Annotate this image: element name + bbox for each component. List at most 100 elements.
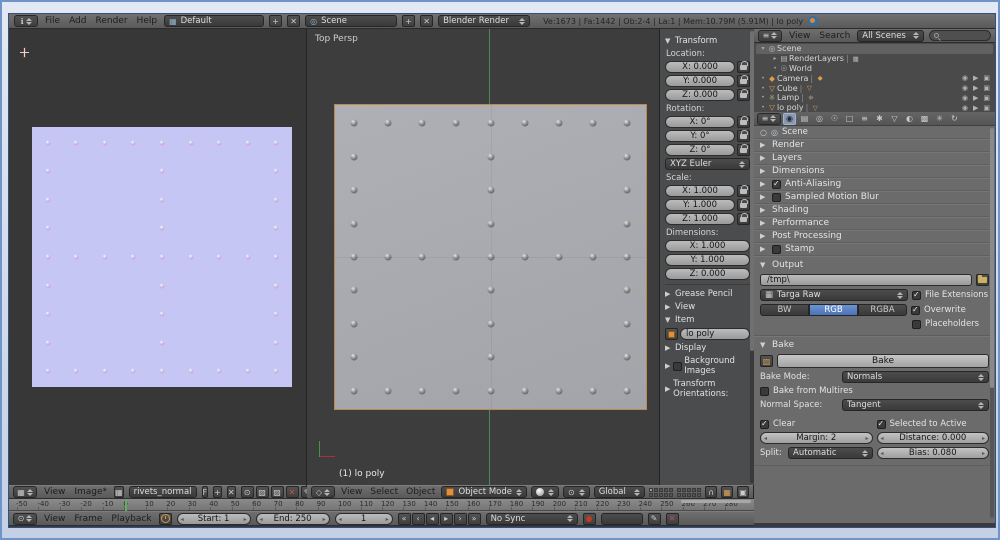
current-frame-indicator[interactable] <box>125 499 127 511</box>
render-opengl-icon[interactable]: ▦ <box>721 486 733 498</box>
layer-toggle[interactable] <box>682 493 686 497</box>
jump-to-end-button[interactable]: » <box>468 513 481 525</box>
bias-slider[interactable]: ◂Bias: 0.080▸ <box>877 447 990 459</box>
menu-help[interactable]: Help <box>135 16 160 26</box>
expand-icon[interactable]: • <box>759 75 767 82</box>
layer-toggle[interactable] <box>687 493 691 497</box>
outliner-row-cube[interactable]: •▽Cube|▽◉▶▣ <box>756 83 993 93</box>
tab-modifiers[interactable]: ✱ <box>873 113 886 125</box>
start-frame-field[interactable]: ◂Start: 1▸ <box>177 513 251 525</box>
pin-icon[interactable]: ○ <box>760 128 767 137</box>
panel-shading[interactable]: ▶Shading <box>754 204 995 217</box>
current-frame-field[interactable]: ◂1▸ <box>335 513 393 525</box>
scene-selector[interactable]: ◎ Scene <box>305 15 397 27</box>
location-x-field[interactable]: X: 0.000 <box>665 61 735 73</box>
editor-type-button-properties[interactable]: ≡ <box>757 113 781 125</box>
previous-keyframe-button[interactable]: ‹ <box>412 513 425 525</box>
frame-tick[interactable]: -50 <box>16 499 37 510</box>
sync-mode-dropdown[interactable]: No Sync <box>486 513 578 525</box>
layer-toggle[interactable] <box>692 488 696 492</box>
color-mode-bw[interactable]: BW <box>760 304 809 316</box>
bake-from-multires-option[interactable]: Bake from Multires <box>760 386 853 396</box>
sampled-motion-blur-checkbox[interactable] <box>772 193 781 202</box>
frame-tick[interactable]: -10 <box>102 499 123 510</box>
renderability-camera-icon[interactable]: ▣ <box>983 84 990 92</box>
frame-tick[interactable]: 80 <box>295 499 316 510</box>
color-mode-rgb[interactable]: RGB <box>809 304 858 316</box>
image-name-field[interactable]: rivets_normal <box>129 486 197 498</box>
tab-data[interactable]: ▽ <box>888 113 901 125</box>
layer-toggle[interactable] <box>654 488 658 492</box>
renderability-camera-icon[interactable]: ▣ <box>983 94 990 102</box>
lo-poly-plane-object[interactable] <box>334 104 647 410</box>
add-scene-button[interactable]: + <box>402 15 415 27</box>
layer-toggle[interactable] <box>692 493 696 497</box>
browse-image-icon[interactable]: ▦ <box>114 486 124 498</box>
frame-tick[interactable]: 140 <box>424 499 445 510</box>
outliner-row-world[interactable]: •☉World <box>756 64 993 74</box>
lock-icon[interactable] <box>737 61 750 73</box>
renderability-camera-icon[interactable]: ▣ <box>983 74 990 82</box>
lock-icon[interactable] <box>737 144 750 156</box>
tab-material[interactable]: ◐ <box>903 113 916 125</box>
layer-toggle[interactable] <box>697 493 701 497</box>
editor-type-button-info[interactable]: ℹ <box>14 15 38 27</box>
clear-uv-icon[interactable]: ✕ <box>286 486 299 498</box>
layer-toggle[interactable] <box>677 493 681 497</box>
normal-map-image[interactable] <box>32 127 292 387</box>
lock-icon[interactable] <box>737 213 750 225</box>
layer-toggle[interactable] <box>669 493 673 497</box>
frame-tick[interactable]: 30 <box>188 499 209 510</box>
timeline-scrollbar[interactable] <box>681 500 751 503</box>
frame-tick[interactable]: 180 <box>510 499 531 510</box>
render-engine-selector[interactable]: Blender Render <box>438 15 530 27</box>
file-browse-button[interactable] <box>976 274 989 286</box>
layer-toggle[interactable] <box>659 488 663 492</box>
tab-scene[interactable]: ◎ <box>813 113 826 125</box>
panel-transform-orientations[interactable]: ▶ Transform Orientations: <box>665 379 750 399</box>
snap-magnet-icon[interactable]: ∩ <box>705 486 717 498</box>
insert-keyframe-icon[interactable]: ✎ <box>648 513 661 525</box>
panel-stamp[interactable]: ▶Stamp <box>754 243 995 256</box>
menu-view[interactable]: View <box>42 514 67 524</box>
layer-toggle[interactable] <box>654 493 658 497</box>
panel-item[interactable]: ▼ Item <box>665 315 750 325</box>
tab-particles[interactable]: ✳ <box>933 113 946 125</box>
expand-icon[interactable]: ▾ <box>759 45 767 52</box>
properties-scrollbar[interactable] <box>990 128 994 518</box>
object-name-field[interactable]: lo poly <box>680 328 750 340</box>
lock-icon[interactable] <box>737 116 750 128</box>
frame-tick[interactable]: -20 <box>80 499 101 510</box>
menu-object[interactable]: Object <box>404 487 437 497</box>
overwrite-option[interactable]: Overwrite <box>911 305 966 315</box>
background-images-checkbox[interactable] <box>673 362 682 371</box>
clear-option[interactable]: Clear <box>760 419 795 429</box>
screen-layout-selector[interactable]: ▦ Default <box>164 15 264 27</box>
layer-toggle[interactable] <box>677 488 681 492</box>
tab-physics[interactable]: ↻ <box>948 113 961 125</box>
frame-tick[interactable]: 220 <box>596 499 617 510</box>
outliner-row-scene[interactable]: ▾◎Scene <box>756 44 993 54</box>
outliner-scope-dropdown[interactable]: All Scenes <box>857 30 923 42</box>
overwrite-checkbox[interactable] <box>911 306 920 315</box>
tab-texture[interactable]: ▩ <box>918 113 931 125</box>
rotation-x-field[interactable]: X: 0° <box>665 116 735 128</box>
frame-tick[interactable]: 110 <box>360 499 381 510</box>
selected-to-active-checkbox[interactable] <box>877 420 886 429</box>
panel-transform[interactable]: ▼ Transform <box>665 36 750 46</box>
expand-icon[interactable]: • <box>771 65 779 72</box>
placeholders-checkbox[interactable] <box>912 320 921 329</box>
panel-output[interactable]: ▼ Output <box>760 258 989 271</box>
pivot-point-dropdown[interactable]: ⊙ <box>563 486 590 498</box>
delete-keyframe-icon[interactable]: ✕ <box>666 513 679 525</box>
file-extensions-checkbox[interactable] <box>912 291 921 300</box>
frame-tick[interactable]: 200 <box>553 499 574 510</box>
lock-icon[interactable] <box>737 130 750 142</box>
viewport-shading-dropdown[interactable] <box>531 486 559 498</box>
frame-tick[interactable]: 230 <box>617 499 638 510</box>
panel-display[interactable]: ▶ Display <box>665 343 750 353</box>
frame-tick[interactable]: 150 <box>445 499 466 510</box>
lock-icon[interactable] <box>737 89 750 101</box>
frame-tick[interactable]: 100 <box>338 499 359 510</box>
visibility-eye-icon[interactable]: ◉ <box>962 74 968 82</box>
